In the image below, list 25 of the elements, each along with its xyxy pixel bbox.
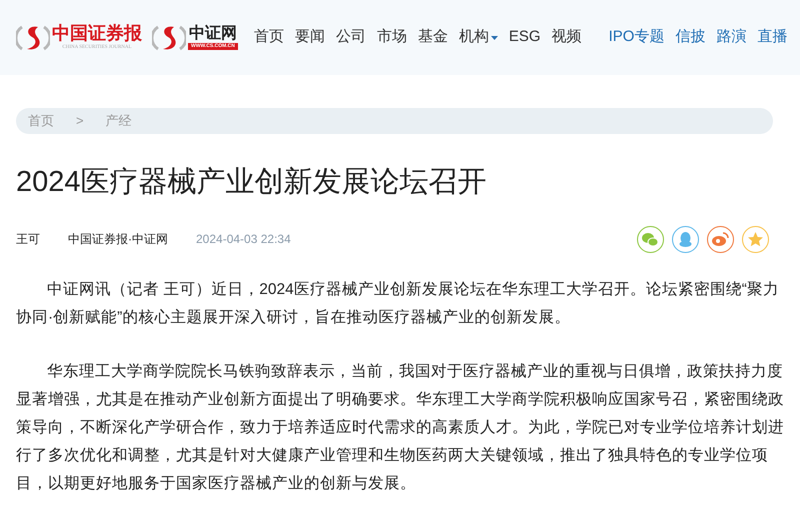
nav-link[interactable]: ESG <box>508 26 541 49</box>
special-link[interactable]: IPO专题 <box>608 26 664 49</box>
nav-link[interactable]: 市场 <box>376 26 407 49</box>
nav-link[interactable]: 视频 <box>552 26 582 49</box>
nav-link[interactable]: 基金 <box>418 26 448 49</box>
breadcrumb-separator: > <box>76 112 84 130</box>
source-name: 中国证券报·中证网 <box>68 231 168 248</box>
logo-title: 中证网 <box>188 25 237 43</box>
author-name: 王可 <box>16 231 40 248</box>
article-title: 2024医疗器械产业创新发展论坛召开 <box>16 165 488 200</box>
caret-icon <box>490 36 498 40</box>
article-paragraph: 中证网讯（记者 王可）近日，2024医疗器械产业创新发展论坛在华东理工大学召开。论坛紧密围绕“聚力协同·创新赋能”的核心主题展开深入研讨，旨在推动医疗器械产业的创新发展。 <box>16 280 780 328</box>
nav-link[interactable]: 机构 <box>458 26 498 49</box>
nav-link[interactable]: 首页 <box>254 26 284 49</box>
penguin-icon[interactable] <box>672 226 699 252</box>
special-link[interactable]: 直播 <box>757 26 788 49</box>
special-link[interactable]: 信披 <box>675 26 706 49</box>
publish-time: 2024-04-03 22:34 <box>196 231 291 248</box>
weibo-icon[interactable] <box>707 226 734 252</box>
article-paragraph: 华东理工大学商学院院长马铁驹致辞表示，当前，我国对于医疗器械产业的重视与日俱增，政策扶持力度显著增强，尤其是在推动产业创新方面提出了明确要求。华东理工大学商学院积极响应国家号召，紧密围绕政策导向，不断深化产学研合作，致力于培养适应时代需求的高素质人才。为此，学院已对专业学位培养计划进行了多次优化和调整，尤其是针对大健康产业管理和生物医药两大关键领域，推出了独具特色的专业学位项目，以期更好地服务于国家医疗器械产业的创新与发展。 <box>16 362 785 494</box>
chat-bubbles-icon[interactable] <box>637 226 664 252</box>
nav-link[interactable]: 要闻 <box>294 26 325 49</box>
logo-title: 中国证券报 <box>52 24 142 44</box>
special-link[interactable]: 路演 <box>716 26 746 49</box>
nav-link[interactable]: 公司 <box>336 26 366 49</box>
